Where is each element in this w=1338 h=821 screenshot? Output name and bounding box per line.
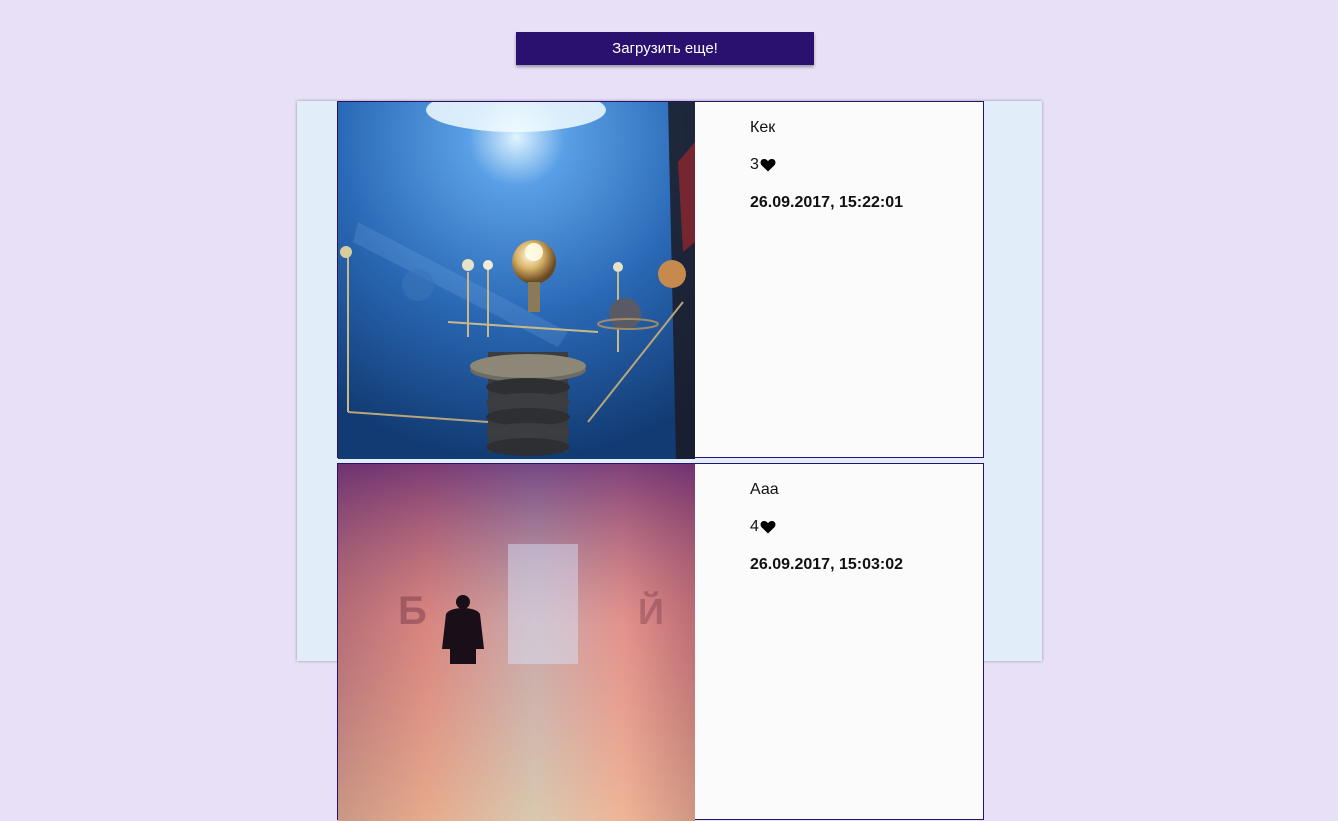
post-date: 26.09.2017, 15:22:01 bbox=[750, 194, 904, 211]
heart-icon[interactable] bbox=[760, 158, 776, 172]
heart-icon[interactable] bbox=[760, 520, 776, 534]
post-info: Кек 3 26.09.2017, 15:22:01 bbox=[750, 118, 903, 213]
planetarium-silhouette-photo-icon: Б Й bbox=[338, 464, 695, 821]
load-more-button[interactable]: Загрузить еще! bbox=[516, 32, 814, 65]
post-likes[interactable]: 3 bbox=[750, 155, 903, 175]
post-image[interactable] bbox=[338, 102, 695, 459]
post-image[interactable]: Б Й bbox=[338, 464, 695, 821]
orrery-photo-icon bbox=[338, 102, 695, 459]
post-feed: Кек 3 26.09.2017, 15:22:01 Б Й Ааа 4 26.… bbox=[297, 101, 1042, 821]
post-caption: Кек bbox=[750, 119, 776, 136]
like-count: 4 bbox=[750, 518, 759, 535]
post-card: Кек 3 26.09.2017, 15:22:01 bbox=[337, 101, 984, 459]
post-likes[interactable]: 4 bbox=[750, 517, 903, 537]
post-info: Ааа 4 26.09.2017, 15:03:02 bbox=[750, 480, 903, 575]
svg-text:Й: Й bbox=[638, 590, 664, 632]
post-card: Б Й Ааа 4 26.09.2017, 15:03:02 bbox=[337, 463, 984, 821]
svg-text:Б: Б bbox=[398, 589, 427, 633]
post-date: 26.09.2017, 15:03:02 bbox=[750, 556, 904, 573]
post-caption: Ааа bbox=[750, 481, 779, 498]
like-count: 3 bbox=[750, 156, 759, 173]
